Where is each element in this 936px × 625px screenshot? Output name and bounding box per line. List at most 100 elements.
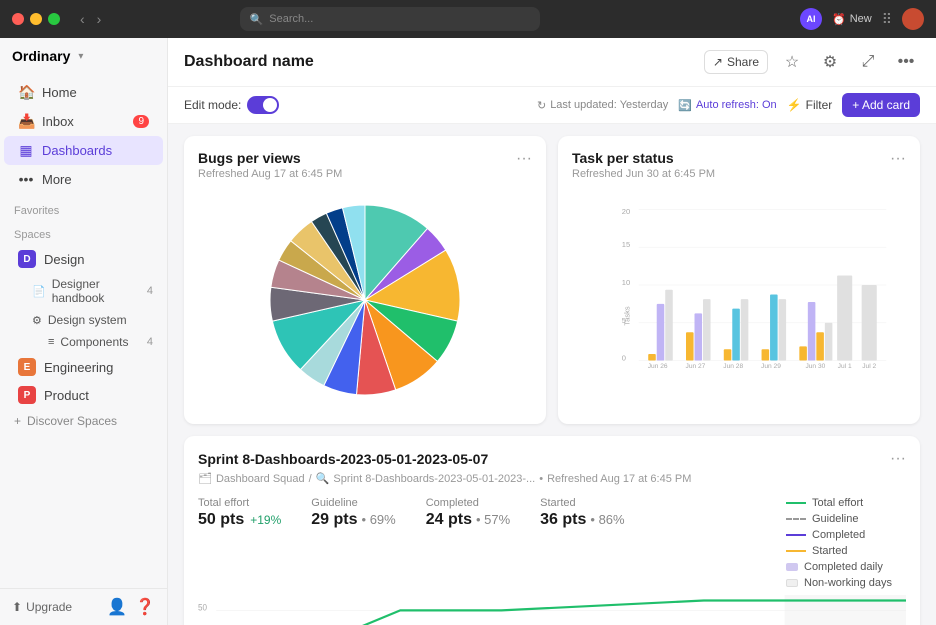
sidebar: Ordinary ▾ 🏠 Home 📥 Inbox 9 ▦ Dashboards… <box>0 38 168 625</box>
space-design[interactable]: D Design <box>4 245 163 273</box>
breadcrumb-icon1: 🗂 <box>198 472 212 485</box>
more-options-button[interactable]: ••• <box>892 48 920 76</box>
dashboard-content: Bugs per views Refreshed Aug 17 at 6:45 … <box>168 124 936 625</box>
user-icon[interactable]: 👤 <box>107 597 127 617</box>
svg-text:15: 15 <box>622 240 630 249</box>
svg-text:Jun 28: Jun 28 <box>723 363 743 370</box>
page-title: Dashboard name <box>184 53 314 71</box>
ai-badge[interactable]: AI <box>800 8 822 30</box>
sidebar-item-label: Inbox <box>42 114 74 129</box>
pie-chart-svg <box>255 190 475 410</box>
sub-design-system[interactable]: ⚙ Design system <box>0 309 167 331</box>
bar-chart-svg: 0 5 10 15 20 Tasks <box>612 200 896 370</box>
user-avatar[interactable] <box>902 8 924 30</box>
sprint-title: Sprint 8-Dashboards-2023-05-01-2023-05-0… <box>198 451 488 467</box>
upgrade-icon: ⬆ <box>12 600 22 614</box>
settings-button[interactable]: ⚙ <box>816 48 844 76</box>
maximize-button[interactable] <box>48 13 60 25</box>
sidebar-item-inbox[interactable]: 📥 Inbox 9 <box>4 107 163 136</box>
home-icon: 🏠 <box>18 84 34 101</box>
space-design-label: Design <box>44 252 84 267</box>
cards-row-top: Bugs per views Refreshed Aug 17 at 6:45 … <box>184 136 920 424</box>
share-button[interactable]: ↗ Share <box>704 50 768 74</box>
sidebar-item-label: More <box>42 172 72 187</box>
grid-icon[interactable]: ⠿ <box>882 11 892 28</box>
auto-refresh-button[interactable]: 🔄 Auto refresh: On <box>678 99 776 112</box>
task-card-menu[interactable]: ··· <box>890 150 906 168</box>
bugs-card-header: Bugs per views Refreshed Aug 17 at 6:45 … <box>198 150 532 190</box>
space-engineering-label: Engineering <box>44 360 113 375</box>
upgrade-button[interactable]: ⬆ Upgrade <box>12 600 72 614</box>
legend-non-working: Non-working days <box>786 577 906 589</box>
svg-text:0: 0 <box>622 354 626 363</box>
star-button[interactable]: ☆ <box>778 48 806 76</box>
svg-text:20: 20 <box>622 207 630 216</box>
help-icon[interactable]: ❓ <box>135 597 155 617</box>
bugs-card-title: Bugs per views <box>198 150 342 166</box>
close-button[interactable] <box>12 13 24 25</box>
breadcrumb-icon2: 🔍 <box>316 472 330 485</box>
space-product[interactable]: P Product <box>4 381 163 409</box>
forward-arrow[interactable]: › <box>93 11 106 27</box>
discover-spaces[interactable]: + Discover Spaces <box>0 409 167 433</box>
sprint-card-menu[interactable]: ··· <box>890 450 906 468</box>
task-card-title: Task per status <box>572 150 715 166</box>
bugs-card-menu[interactable]: ··· <box>516 150 532 168</box>
toggle-switch[interactable] <box>247 96 279 114</box>
search-bar[interactable]: 🔍 Search... <box>240 7 540 31</box>
sub-count: 4 <box>147 285 153 297</box>
list-icon: ≡ <box>48 336 54 348</box>
legend-completed: Completed <box>786 529 906 541</box>
sprint-line-chart: 30 40 50 <box>198 595 906 625</box>
svg-text:50: 50 <box>198 602 207 612</box>
svg-text:Jun 30: Jun 30 <box>805 363 825 370</box>
toolbar-right: ↻ Last updated: Yesterday 🔄 Auto refresh… <box>537 93 920 117</box>
product-avatar: P <box>18 386 36 404</box>
sub-designer-handbook[interactable]: 📄 Designer handbook 4 <box>0 273 167 309</box>
legend-rect-completed-daily <box>786 563 798 571</box>
add-card-button[interactable]: + Add card <box>842 93 920 117</box>
expand-button[interactable]: ⤢ <box>854 48 882 76</box>
stat-completed: Completed 24 pts • 57% <box>426 497 510 577</box>
sidebar-nav: 🏠 Home 📥 Inbox 9 ▦ Dashboards ••• More <box>0 74 167 197</box>
space-engineering[interactable]: E Engineering <box>4 353 163 381</box>
task-card: Task per status Refreshed Jun 30 at 6:45… <box>558 136 920 424</box>
sprint-legend: Total effort Guideline Completed St <box>786 497 906 589</box>
dashboard-icon: ▦ <box>18 142 34 159</box>
favorites-label: Favorites <box>0 197 167 221</box>
auto-refresh-icon: 🔄 <box>678 99 692 112</box>
system-icon: ⚙ <box>32 314 42 327</box>
legend-guideline: Guideline <box>786 513 906 525</box>
sprint-body: Total effort 50 pts +19% Guideline 29 pt… <box>198 497 906 589</box>
inbox-badge: 9 <box>133 115 149 128</box>
chevron-down-icon: ▾ <box>78 51 83 62</box>
task-card-header: Task per status Refreshed Jun 30 at 6:45… <box>572 150 906 190</box>
edit-mode-toggle[interactable]: Edit mode: <box>184 96 279 114</box>
task-card-info: Task per status Refreshed Jun 30 at 6:45… <box>572 150 715 190</box>
edit-mode-label: Edit mode: <box>184 98 241 112</box>
filter-button[interactable]: ⚡ Filter <box>787 98 833 112</box>
sub-components[interactable]: ≡ Components 4 <box>0 331 167 353</box>
bugs-card-subtitle: Refreshed Aug 17 at 6:45 PM <box>198 168 342 180</box>
new-button[interactable]: ⏰ New <box>832 13 872 26</box>
back-arrow[interactable]: ‹ <box>76 11 89 27</box>
sidebar-item-more[interactable]: ••• More <box>4 165 163 193</box>
sprint-breadcrumb: 🗂 Dashboard Squad / 🔍 Sprint 8-Dashboard… <box>198 472 906 485</box>
breadcrumb-separator: / <box>309 473 312 485</box>
search-icon: 🔍 <box>250 13 264 26</box>
svg-text:Jun 29: Jun 29 <box>761 363 781 370</box>
refresh-icon: ↻ <box>537 99 546 112</box>
legend-line-started <box>786 550 806 552</box>
workspace-name: Ordinary <box>12 48 70 64</box>
sidebar-item-home[interactable]: 🏠 Home <box>4 78 163 107</box>
legend-total-effort: Total effort <box>786 497 906 509</box>
minimize-button[interactable] <box>30 13 42 25</box>
workspace-header[interactable]: Ordinary ▾ <box>0 38 167 74</box>
svg-text:10: 10 <box>622 278 630 287</box>
stat-started: Started 36 pts • 86% <box>540 497 624 577</box>
share-icon: ↗ <box>713 55 723 69</box>
legend-rect-non-working <box>786 579 798 587</box>
sprint-header: Sprint 8-Dashboards-2023-05-01-2023-05-0… <box>198 450 906 468</box>
sidebar-item-dashboards[interactable]: ▦ Dashboards <box>4 136 163 165</box>
plus-icon: + <box>14 414 21 428</box>
